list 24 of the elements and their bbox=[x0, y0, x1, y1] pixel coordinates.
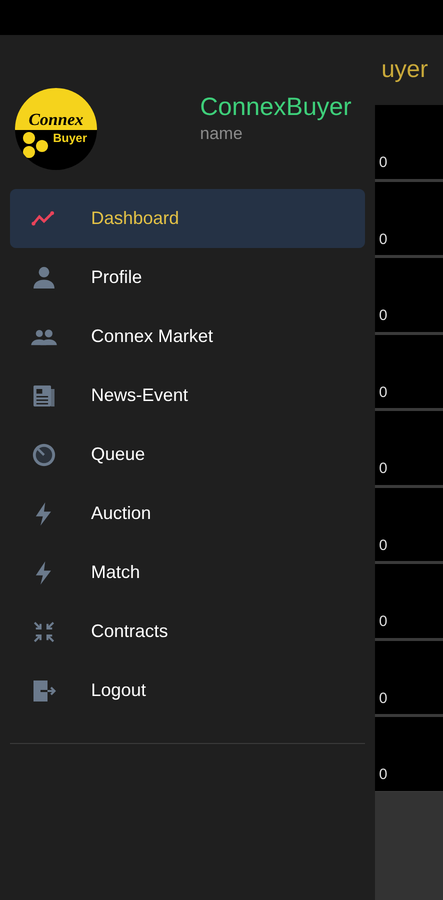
menu-item[interactable]: Profile bbox=[10, 248, 365, 307]
menu-item[interactable]: Auction bbox=[10, 484, 365, 543]
row-value: 0 bbox=[379, 230, 388, 250]
menu-item[interactable]: News-Event bbox=[10, 366, 365, 425]
row-value: 0 bbox=[379, 536, 388, 556]
row-value: 0 bbox=[379, 688, 388, 708]
row-value: 0 bbox=[379, 612, 388, 632]
row-value: 0 bbox=[379, 382, 388, 402]
menu-item[interactable]: Queue bbox=[10, 425, 365, 484]
menu-item[interactable]: Contracts bbox=[10, 602, 365, 661]
row-value: 0 bbox=[379, 306, 388, 326]
row-value: 0 bbox=[379, 765, 388, 785]
logo-text: Connex bbox=[28, 111, 84, 128]
circles-drawing bbox=[21, 132, 51, 160]
menu-item[interactable]: Dashboard bbox=[10, 189, 365, 248]
menu-item[interactable]: Connex Market bbox=[10, 307, 365, 366]
row-value: 0 bbox=[379, 459, 388, 479]
logo-text: Buyer bbox=[53, 132, 88, 144]
user-name: name bbox=[200, 123, 244, 144]
menu-item[interactable]: Logout bbox=[10, 661, 365, 720]
menu-item[interactable]: Match bbox=[10, 543, 365, 602]
app-bar-title: uyer bbox=[381, 55, 428, 85]
row-value: 0 bbox=[379, 153, 388, 173]
app-name: ConnexBuyer bbox=[200, 92, 352, 123]
